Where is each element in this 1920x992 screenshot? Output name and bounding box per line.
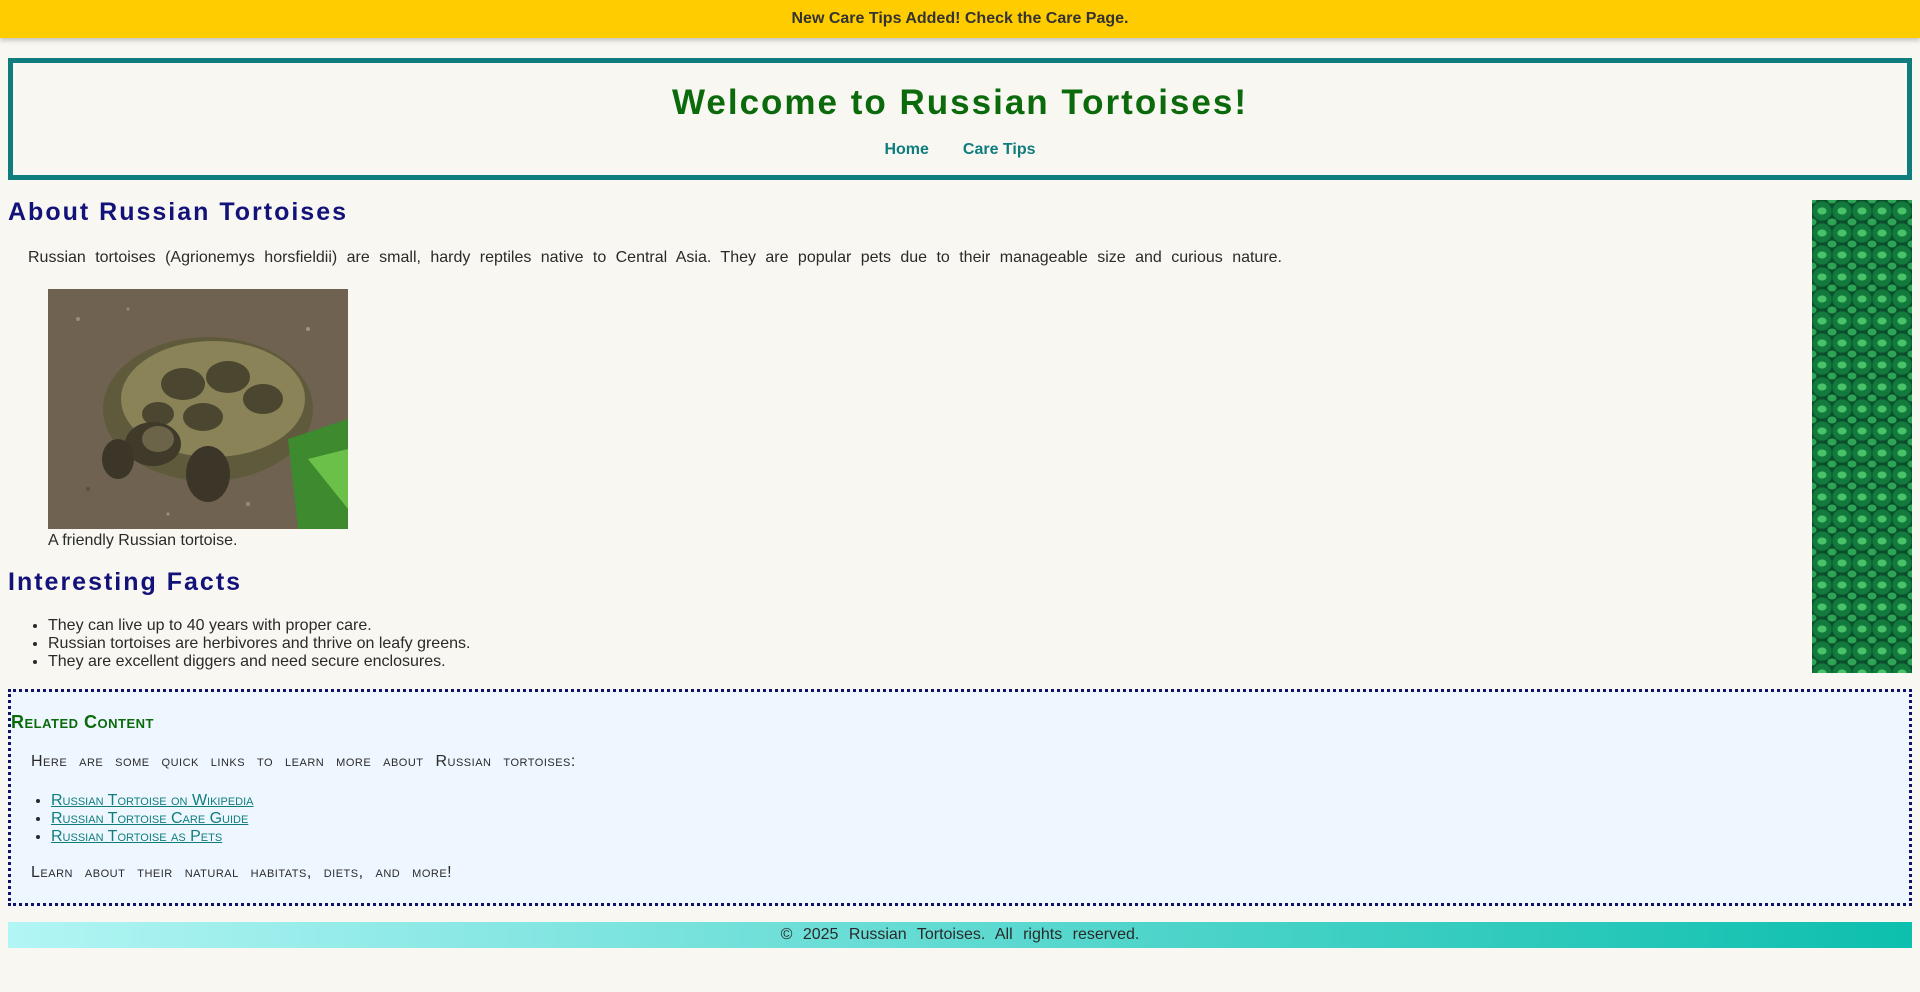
about-heading: About Russian Tortoises xyxy=(8,198,349,226)
facts-list: They can live up to 40 years with proper… xyxy=(8,617,470,671)
list-item: They can live up to 40 years with proper… xyxy=(48,617,470,635)
decorative-scale-pattern xyxy=(1812,200,1912,673)
related-links-list: Russian Tortoise on Wikipedia Russian To… xyxy=(11,792,254,846)
list-item: Russian Tortoise Care Guide xyxy=(51,810,254,828)
banner-text: New Care Tips Added! Check the Care Page… xyxy=(791,10,1129,27)
list-item: They are excellent diggers and need secu… xyxy=(48,653,470,671)
photo-caption: A friendly Russian tortoise. xyxy=(48,532,238,549)
site-header: Welcome to Russian Tortoises! Home Care … xyxy=(8,58,1912,180)
footer-copyright: © 2025 Russian Tortoises. All rights res… xyxy=(780,926,1140,943)
about-paragraph: Russian tortoises (Agrionemys horsfieldi… xyxy=(28,249,1282,266)
related-heading: Related Content xyxy=(11,712,154,732)
announcement-banner: New Care Tips Added! Check the Care Page… xyxy=(0,0,1920,38)
nav-link-care-tips[interactable]: Care Tips xyxy=(963,141,1036,159)
list-item: Russian tortoises are herbivores and thr… xyxy=(48,635,470,653)
link-wikipedia[interactable]: Russian Tortoise on Wikipedia xyxy=(51,792,254,809)
tortoise-photo xyxy=(48,289,348,529)
link-care-guide[interactable]: Russian Tortoise Care Guide xyxy=(51,810,248,827)
related-outro: Learn about their natural habitats, diet… xyxy=(31,864,453,881)
nav-link-home[interactable]: Home xyxy=(884,141,928,159)
page-title: Welcome to Russian Tortoises! xyxy=(672,83,1248,122)
list-item: Russian Tortoise on Wikipedia xyxy=(51,792,254,810)
related-content-section: Related Content Here are some quick link… xyxy=(8,689,1912,906)
site-footer: © 2025 Russian Tortoises. All rights res… xyxy=(8,922,1912,948)
link-as-pets[interactable]: Russian Tortoise as Pets xyxy=(51,828,222,845)
list-item: Russian Tortoise as Pets xyxy=(51,828,254,846)
related-intro: Here are some quick links to learn more … xyxy=(31,753,576,770)
facts-heading: Interesting Facts xyxy=(8,568,243,596)
main-nav: Home Care Tips xyxy=(13,141,1907,159)
